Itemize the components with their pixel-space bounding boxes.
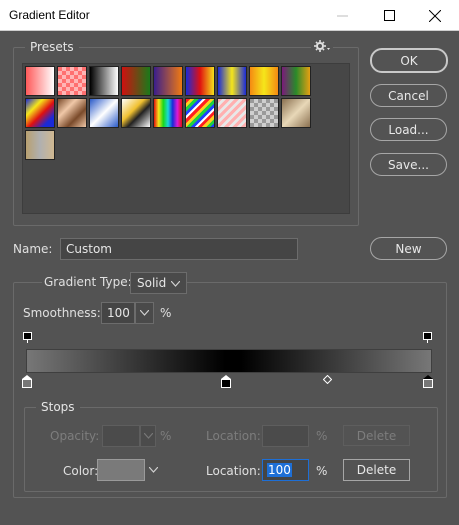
gradient-type-value: Solid [137,276,167,290]
preset-swatch-1[interactable] [25,66,55,96]
presets-label: Presets [25,40,79,54]
opacity-location-label: Location: [206,429,261,443]
name-label: Name: [13,242,53,256]
color-delete-button[interactable]: Delete [343,459,410,481]
color-location-value: 100 [267,463,292,477]
preset-swatch-11[interactable] [57,98,87,128]
gradient-preview-bar[interactable] [26,349,432,373]
load-button[interactable]: Load... [370,118,447,141]
color-location-input[interactable]: 100 [262,459,309,481]
maximize-button[interactable] [366,0,412,31]
opacity-unit: % [160,429,172,443]
opacity-stop-left[interactable] [23,332,32,343]
close-icon [429,9,441,22]
color-stop-left[interactable] [22,375,32,388]
chevron-down-icon [144,433,153,439]
chevron-down-icon [171,281,180,287]
preset-swatch-19[interactable] [25,130,55,160]
preset-swatch-13[interactable] [121,98,151,128]
color-location-unit: % [316,464,328,478]
opacity-dropdown[interactable] [140,425,156,447]
preset-swatch-16[interactable] [217,98,247,128]
preset-swatch-18[interactable] [281,98,311,128]
save-button[interactable]: Save... [370,153,447,176]
preset-swatch-17[interactable] [249,98,279,128]
window-title: Gradient Editor [9,8,90,22]
preset-swatch-5[interactable] [153,66,183,96]
ok-button[interactable]: OK [370,48,448,73]
opacity-input[interactable] [102,425,140,447]
opacity-delete-button[interactable]: Delete [343,425,410,446]
preset-swatch-7[interactable] [217,66,247,96]
smoothness-dropdown[interactable] [135,302,154,324]
color-swatch[interactable] [97,459,145,481]
preset-swatch-3[interactable] [89,66,119,96]
minimize-icon [336,15,348,17]
chevron-down-icon[interactable] [149,467,158,473]
gradient-type-select[interactable]: Solid [130,272,187,294]
minimize-button[interactable] [319,0,365,31]
title-bar: Gradient Editor [0,0,459,31]
gradient-type-label: Gradient Type: [42,275,134,289]
color-midpoint-diamond[interactable] [323,375,332,384]
presets-list [22,63,350,214]
preset-swatch-15[interactable] [185,98,215,128]
color-stop-right-selected[interactable] [423,375,433,388]
opacity-location-input[interactable] [262,425,309,447]
new-button[interactable]: New [370,237,447,260]
opacity-label: Opacity: [50,429,100,443]
preset-swatch-6[interactable] [185,66,215,96]
preset-swatch-12[interactable] [89,98,119,128]
color-stop-middle[interactable] [221,375,231,388]
preset-swatch-2[interactable] [57,66,87,96]
color-label: Color: [63,464,99,478]
gear-icon [314,40,330,52]
cancel-button[interactable]: Cancel [370,84,447,107]
maximize-icon [383,10,395,21]
close-window-button[interactable] [412,0,458,31]
opacity-stop-right[interactable] [423,332,432,343]
presets-menu-button[interactable] [311,40,333,55]
preset-swatch-9[interactable] [281,66,311,96]
color-location-label: Location: [206,464,261,478]
smoothness-label: Smoothness: [23,306,101,320]
name-input[interactable]: Custom [60,238,298,260]
preset-swatch-14[interactable] [153,98,183,128]
chevron-down-icon [140,310,149,316]
opacity-location-unit: % [316,429,328,443]
smoothness-input[interactable]: 100 [101,302,135,324]
preset-swatch-4[interactable] [121,66,151,96]
stops-label: Stops [36,400,80,414]
smoothness-unit: % [160,306,172,320]
preset-swatch-10[interactable] [25,98,55,128]
preset-swatch-8[interactable] [249,66,279,96]
